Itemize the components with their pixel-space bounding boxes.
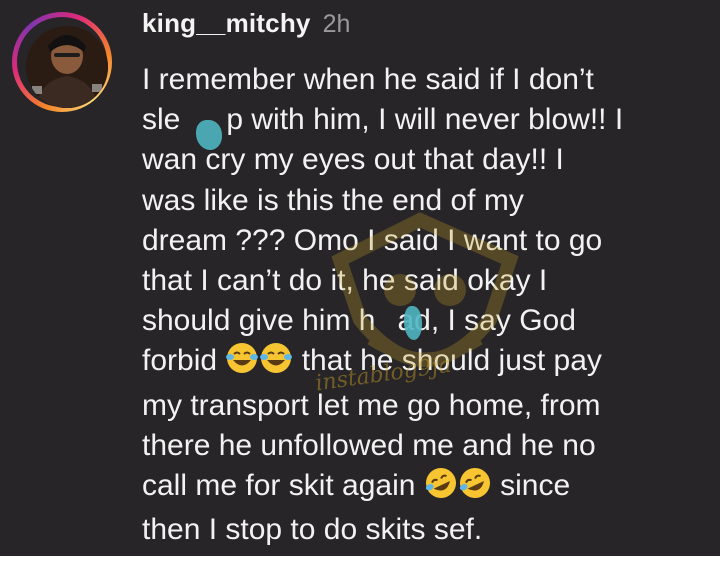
face-with-tears-of-joy-icon <box>225 342 259 385</box>
comment-line: forbid that he should just pay <box>142 341 712 385</box>
username[interactable]: king__mitchy <box>142 8 311 39</box>
comment: king__mitchy 2h I remember when he said … <box>142 8 712 550</box>
comment-line: then I stop to do skits sef. <box>142 513 483 547</box>
comment-line: there he unfollowed me and he no <box>142 428 596 462</box>
timestamp: 2h <box>322 10 351 38</box>
comment-line: should give him h ad, I say God <box>142 304 576 338</box>
comment-card: king__mitchy 2h I remember when he said … <box>0 0 720 556</box>
comment-line: I remember when he said if I don’t <box>142 63 594 96</box>
comment-line: that I can’t do it, he said okay I <box>142 264 548 298</box>
avatar-story-ring[interactable] <box>12 12 112 112</box>
avatar[interactable] <box>26 26 108 108</box>
comment-line: wan cry my eyes out that day!! I <box>142 143 564 177</box>
comment-body: I remember when he said if I don’t sle p … <box>142 48 712 550</box>
avatar-photo <box>26 26 108 108</box>
comment-line: dream ??? Omo I said I want to go <box>142 223 603 257</box>
comment-header: king__mitchy 2h <box>142 8 712 48</box>
comment-line: sle p with him, I will never blow!! I <box>142 103 624 137</box>
comment-line: call me for skit again since <box>142 466 712 510</box>
rolling-on-floor-laughing-icon <box>424 467 458 510</box>
comment-line: my transport let me go home, from <box>142 388 601 422</box>
comment-line: was like is this the end of my <box>142 183 524 217</box>
face-with-tears-of-joy-icon <box>259 342 293 385</box>
rolling-on-floor-laughing-icon <box>458 467 492 510</box>
